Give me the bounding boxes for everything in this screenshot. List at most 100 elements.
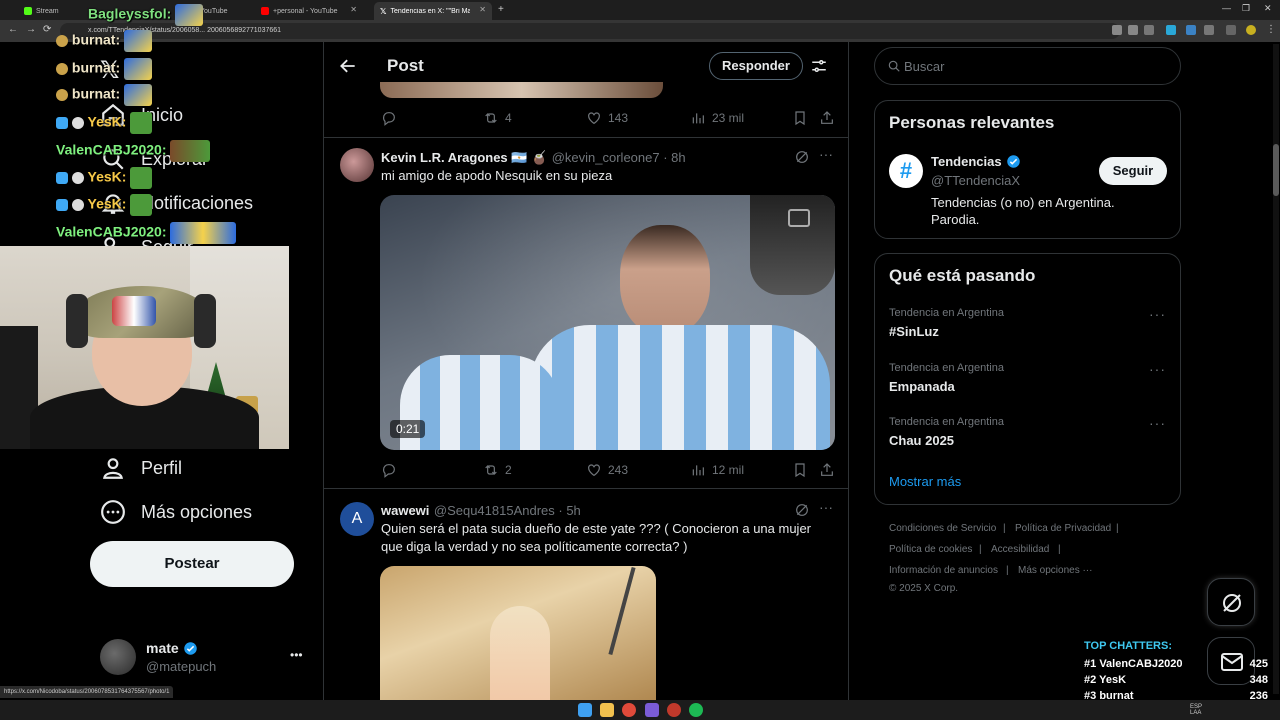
obs-icon[interactable]: [667, 703, 681, 717]
extension-icon[interactable]: [1186, 25, 1196, 35]
tweet-video[interactable]: 0:21: [380, 195, 835, 450]
extension-icon[interactable]: [1166, 25, 1176, 35]
retweet-icon: [485, 465, 497, 475]
extensions-puzzle-icon[interactable]: [1204, 25, 1214, 35]
views-action[interactable]: 23 mil: [690, 110, 744, 126]
author-handle[interactable]: @kevin_corleone7 · 8h: [552, 150, 686, 165]
grok-icon[interactable]: [794, 502, 810, 518]
spotify-icon[interactable]: [689, 703, 703, 717]
trend-item[interactable]: Tendencia en Argentina Chau 2025 ···: [875, 411, 1180, 457]
trend-more-icon[interactable]: ···: [1149, 361, 1166, 377]
trend-more-icon[interactable]: ···: [1149, 415, 1166, 431]
trend-item[interactable]: Tendencia en Argentina #SinLuz ···: [875, 302, 1180, 348]
share-icon[interactable]: [819, 462, 835, 478]
windows-start-icon[interactable]: [578, 703, 592, 717]
forward-icon[interactable]: →: [26, 24, 36, 35]
reply-action[interactable]: [381, 110, 397, 126]
footer-link-cookies[interactable]: Política de cookies: [889, 544, 972, 555]
retweet-action[interactable]: 2: [483, 462, 512, 478]
like-action[interactable]: 243: [586, 462, 628, 478]
views-chart-icon: [692, 465, 704, 476]
relevant-name: Tendencias: [931, 154, 1002, 169]
heart-icon: [588, 112, 600, 125]
video-duration: 0:21: [390, 420, 426, 438]
reply-button[interactable]: Responder: [709, 52, 803, 80]
tweet-more-icon[interactable]: ···: [819, 146, 833, 162]
filter-sliders-icon[interactable]: [810, 57, 828, 75]
retweet-action[interactable]: 4: [483, 110, 512, 126]
bookmark-icon[interactable]: [792, 462, 808, 478]
share-icon[interactable]: [819, 110, 835, 126]
bookmark-star-icon[interactable]: [1144, 25, 1154, 35]
avatar[interactable]: A: [340, 502, 374, 536]
url-bar[interactable]: x.com/TTendenciaX/status/2006058... 2006…: [60, 23, 1120, 39]
page-scrollbar[interactable]: [1273, 44, 1279, 694]
tab-youtube-personal[interactable]: +personal - YouTube ✕: [255, 2, 363, 20]
trend-more-icon[interactable]: ···: [1149, 306, 1166, 322]
reload-icon[interactable]: ⟳: [43, 24, 51, 35]
follow-button[interactable]: Seguir: [1099, 157, 1167, 185]
footer-separator: |: [1058, 544, 1061, 555]
author-handle[interactable]: @Sequ41815Andres · 5h: [434, 503, 581, 518]
views-action[interactable]: 12 mil: [690, 462, 744, 478]
previous-tweet-media[interactable]: [380, 82, 663, 98]
account-switcher[interactable]: mate: [146, 640, 198, 656]
maximize-icon[interactable]: ❐: [1242, 3, 1250, 14]
emote-icon: [130, 194, 153, 216]
profile-avatar-icon[interactable]: [1246, 25, 1256, 35]
chat-username: ValenCABJ2020:: [56, 223, 167, 240]
avatar[interactable]: [340, 148, 374, 182]
app-icon[interactable]: [645, 703, 659, 717]
show-more-link[interactable]: Mostrar más: [889, 474, 961, 489]
tab-x-tendencias[interactable]: 𝕏 Tendencias en X: ""Bri Marcos" ✕: [374, 2, 492, 20]
file-explorer-icon[interactable]: [600, 703, 614, 717]
sidebar-item-more[interactable]: Más opciones: [141, 502, 252, 523]
tweet-more-icon[interactable]: ···: [819, 499, 833, 515]
new-tab-icon[interactable]: +: [498, 4, 504, 15]
install-icon[interactable]: [1128, 25, 1138, 35]
footer-separator: |: [1003, 523, 1006, 534]
account-menu-icon[interactable]: •••: [290, 648, 303, 662]
relevant-account[interactable]: Tendencias: [931, 154, 1021, 169]
grok-icon[interactable]: [794, 149, 810, 165]
sidebar-icon[interactable]: [1226, 25, 1236, 35]
windows-taskbar: ESP LAA: [0, 700, 1280, 720]
search-input[interactable]: Buscar: [874, 47, 1181, 85]
zoom-icon[interactable]: [1112, 25, 1122, 35]
trend-item[interactable]: Tendencia en Argentina Empanada ···: [875, 357, 1180, 403]
back-icon[interactable]: ←: [8, 24, 18, 35]
chrome-icon[interactable]: [622, 703, 636, 717]
browser-menu-icon[interactable]: ⋮: [1266, 24, 1276, 35]
back-arrow-icon[interactable]: [338, 56, 358, 76]
post-button[interactable]: Postear: [90, 541, 294, 587]
chat-message: ValenCABJ2020:: [56, 140, 211, 162]
tweet-header: wawewi @Sequ41815Andres · 5h: [381, 502, 581, 520]
footer-link-more[interactable]: Más opciones ···: [1018, 565, 1092, 576]
minimize-icon[interactable]: —: [1222, 3, 1231, 13]
reply-action[interactable]: [381, 462, 397, 478]
footer-link-ads[interactable]: Información de anuncios: [889, 565, 998, 576]
relevant-handle[interactable]: @TTendenciaX: [931, 173, 1020, 188]
author-name[interactable]: Kevin L.R. Aragones 🇦🇷 🧉: [381, 150, 547, 165]
hashtag-avatar-icon[interactable]: #: [889, 154, 923, 188]
footer-link-terms[interactable]: Condiciones de Servicio: [889, 523, 996, 534]
sidebar-item-notifications[interactable]: Notificaciones: [141, 193, 253, 214]
more-options-icon[interactable]: [100, 499, 126, 525]
sidebar-item-profile[interactable]: Perfil: [141, 458, 182, 479]
close-window-icon[interactable]: ✕: [1264, 3, 1272, 14]
close-tab-icon[interactable]: ✕: [479, 5, 486, 14]
language-indicator[interactable]: ESP LAA: [1190, 704, 1206, 716]
footer-link-accessibility[interactable]: Accesibilidad: [991, 544, 1049, 555]
close-tab-icon[interactable]: ✕: [350, 5, 357, 14]
like-action[interactable]: 143: [586, 110, 628, 126]
profile-icon[interactable]: [100, 455, 126, 481]
avatar[interactable]: [100, 639, 136, 675]
badge-icon: [71, 172, 84, 184]
grok-button[interactable]: [1207, 578, 1255, 626]
bookmark-icon[interactable]: [792, 110, 808, 126]
footer-link-privacy[interactable]: Política de Privacidad: [1015, 523, 1111, 534]
tweet-image[interactable]: [380, 566, 656, 700]
scrollbar-thumb[interactable]: [1273, 144, 1279, 196]
author-name[interactable]: wawewi: [381, 503, 429, 518]
chat-username: burnat:: [71, 85, 121, 102]
